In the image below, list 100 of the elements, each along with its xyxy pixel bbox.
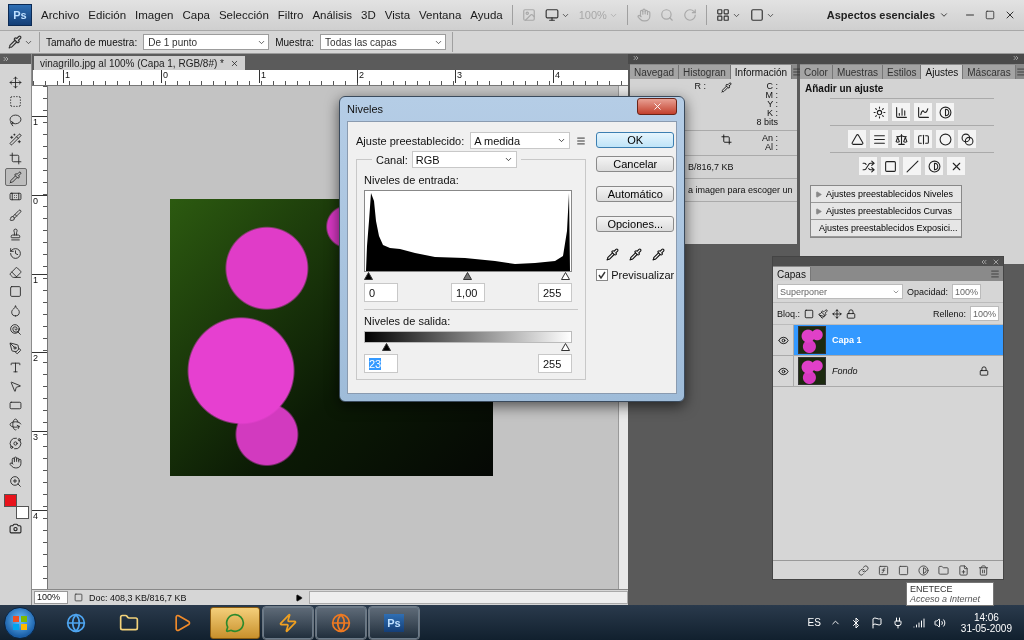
arrange-button[interactable] <box>715 8 741 22</box>
color-swatches[interactable] <box>3 494 28 518</box>
link-icon[interactable] <box>858 564 869 576</box>
close-button[interactable] <box>1004 9 1016 21</box>
trash-icon[interactable] <box>978 564 989 576</box>
eyedropper-icon[interactable] <box>605 248 619 261</box>
flag-icon[interactable] <box>870 616 883 629</box>
layer-row[interactable]: Fondo <box>773 356 1003 387</box>
expand-icon[interactable] <box>2 55 10 63</box>
adjustment-button[interactable] <box>848 130 866 148</box>
extras-button[interactable] <box>544 8 570 22</box>
menu-item[interactable]: Ventana <box>419 9 462 21</box>
collapse-icon[interactable] <box>980 257 988 266</box>
menu-item[interactable]: Archivo <box>41 9 80 21</box>
preset-item[interactable]: Ajustes preestablecidos Curvas <box>811 203 961 220</box>
input-field[interactable]: 255 <box>538 354 572 373</box>
tool-preset-button[interactable] <box>8 35 33 49</box>
taskbar-button[interactable] <box>210 606 260 639</box>
panel-tab[interactable]: Máscaras <box>963 65 1016 79</box>
menu-item[interactable]: Selección <box>218 9 269 21</box>
eyedropper-icon[interactable] <box>628 248 642 261</box>
expand-icon[interactable] <box>1012 54 1020 62</box>
folder-icon[interactable] <box>938 564 949 576</box>
adjustment-button[interactable] <box>936 130 954 148</box>
clock[interactable]: 14:06 31-05-2009 <box>960 611 1012 634</box>
blend-mode-dropdown[interactable]: Superponer <box>777 284 903 299</box>
screen-mode-button[interactable] <box>749 8 775 22</box>
taskbar-button[interactable] <box>263 606 313 639</box>
adjustment-button[interactable] <box>870 103 888 121</box>
adjustment-button[interactable] <box>947 157 965 175</box>
adjustment-button[interactable] <box>859 157 877 175</box>
status-menu-button[interactable] <box>295 593 303 602</box>
preset-item[interactable]: Ajustes preestablecidos Exposici... <box>811 220 961 237</box>
brush-icon[interactable] <box>818 308 828 319</box>
fill-field[interactable]: 100% <box>969 306 999 321</box>
menu-item[interactable]: Filtro <box>277 9 304 21</box>
close-icon[interactable] <box>230 58 239 68</box>
adjustment-button[interactable] <box>925 157 943 175</box>
menu-item[interactable]: Edición <box>88 9 127 21</box>
visibility-toggle[interactable] <box>773 325 794 355</box>
new-layer-icon[interactable] <box>958 564 969 576</box>
menu-icon[interactable] <box>792 66 803 77</box>
input-field[interactable]: 0 <box>364 283 398 302</box>
menu-item[interactable]: Imagen <box>135 9 174 21</box>
lock-icon[interactable] <box>846 308 856 319</box>
panel-tab[interactable]: Información <box>730 65 793 79</box>
panel-tab[interactable]: Estilos <box>883 65 922 79</box>
preview-checkbox[interactable]: Previsualizar <box>596 269 675 281</box>
status-button[interactable] <box>74 593 83 602</box>
preset-item[interactable]: Ajustes preestablecidos Niveles <box>811 186 961 203</box>
panel-tab[interactable]: Color <box>800 65 833 79</box>
panel-tab[interactable]: Capas <box>773 267 811 281</box>
close-button[interactable] <box>637 97 677 115</box>
language-indicator[interactable]: ES <box>807 617 821 628</box>
adjustment-button[interactable] <box>914 130 932 148</box>
start-button[interactable] <box>4 606 36 639</box>
menu-item[interactable]: Ayuda <box>470 9 503 21</box>
foreground-swatch[interactable] <box>3 494 17 507</box>
adjustment-button[interactable] <box>892 103 910 121</box>
sample-dropdown[interactable]: Todas las capas <box>320 34 447 50</box>
zoom-field[interactable]: 100% <box>34 591 68 604</box>
adjustment-button[interactable] <box>936 103 954 121</box>
adjustment-button[interactable] <box>914 103 932 121</box>
volume-icon[interactable] <box>933 616 946 629</box>
preset-dropdown[interactable]: A medida <box>470 132 571 149</box>
menu-item[interactable]: Vista <box>384 9 411 21</box>
move-arrows-icon[interactable] <box>832 308 842 319</box>
adjustment-button[interactable] <box>958 130 976 148</box>
tool-button[interactable] <box>4 168 27 186</box>
adjustment-button[interactable] <box>892 130 910 148</box>
taskbar-button[interactable] <box>316 606 366 639</box>
adjustment-button[interactable] <box>903 157 921 175</box>
taskbar-button[interactable]: Ps <box>369 606 419 639</box>
panel-tab[interactable]: Histogran <box>679 65 731 79</box>
restore-button[interactable] <box>985 10 995 20</box>
adjustment-icon[interactable] <box>918 564 929 576</box>
panel-tab[interactable]: Navegad <box>630 65 680 79</box>
fx-icon[interactable] <box>878 564 889 576</box>
menu-item[interactable]: Análisis <box>312 9 352 21</box>
expand-icon[interactable] <box>632 54 640 62</box>
input-field[interactable]: 255 <box>538 283 572 302</box>
opacity-field[interactable]: 100% <box>952 284 982 299</box>
adjustment-button[interactable] <box>870 130 888 148</box>
mask-icon[interactable] <box>898 564 909 576</box>
eyedropper-icon[interactable] <box>651 248 665 261</box>
dialog-button[interactable]: OK <box>596 132 675 148</box>
dialog-button[interactable]: Cancelar <box>596 156 675 172</box>
panel-tab[interactable]: Ajustes <box>921 65 964 79</box>
checkbox[interactable] <box>596 269 609 281</box>
dialog-button[interactable]: Automático <box>596 186 675 202</box>
document-tab[interactable]: vinagrillo.jpg al 100% (Capa 1, RGB/8#) * <box>34 56 245 70</box>
dialog-button[interactable]: Opciones... <box>596 216 675 232</box>
menu-item[interactable]: 3D <box>361 9 376 21</box>
plug-icon[interactable] <box>891 616 904 629</box>
panel-tab[interactable]: Muestras <box>832 65 884 79</box>
input-slider-track[interactable] <box>364 272 570 281</box>
sample-dropdown[interactable]: De 1 punto <box>143 34 270 50</box>
adjustment-button[interactable] <box>881 157 899 175</box>
workspace-dropdown[interactable]: Aspectos esenciales <box>820 8 955 22</box>
lock-pixels-icon[interactable] <box>804 308 814 319</box>
